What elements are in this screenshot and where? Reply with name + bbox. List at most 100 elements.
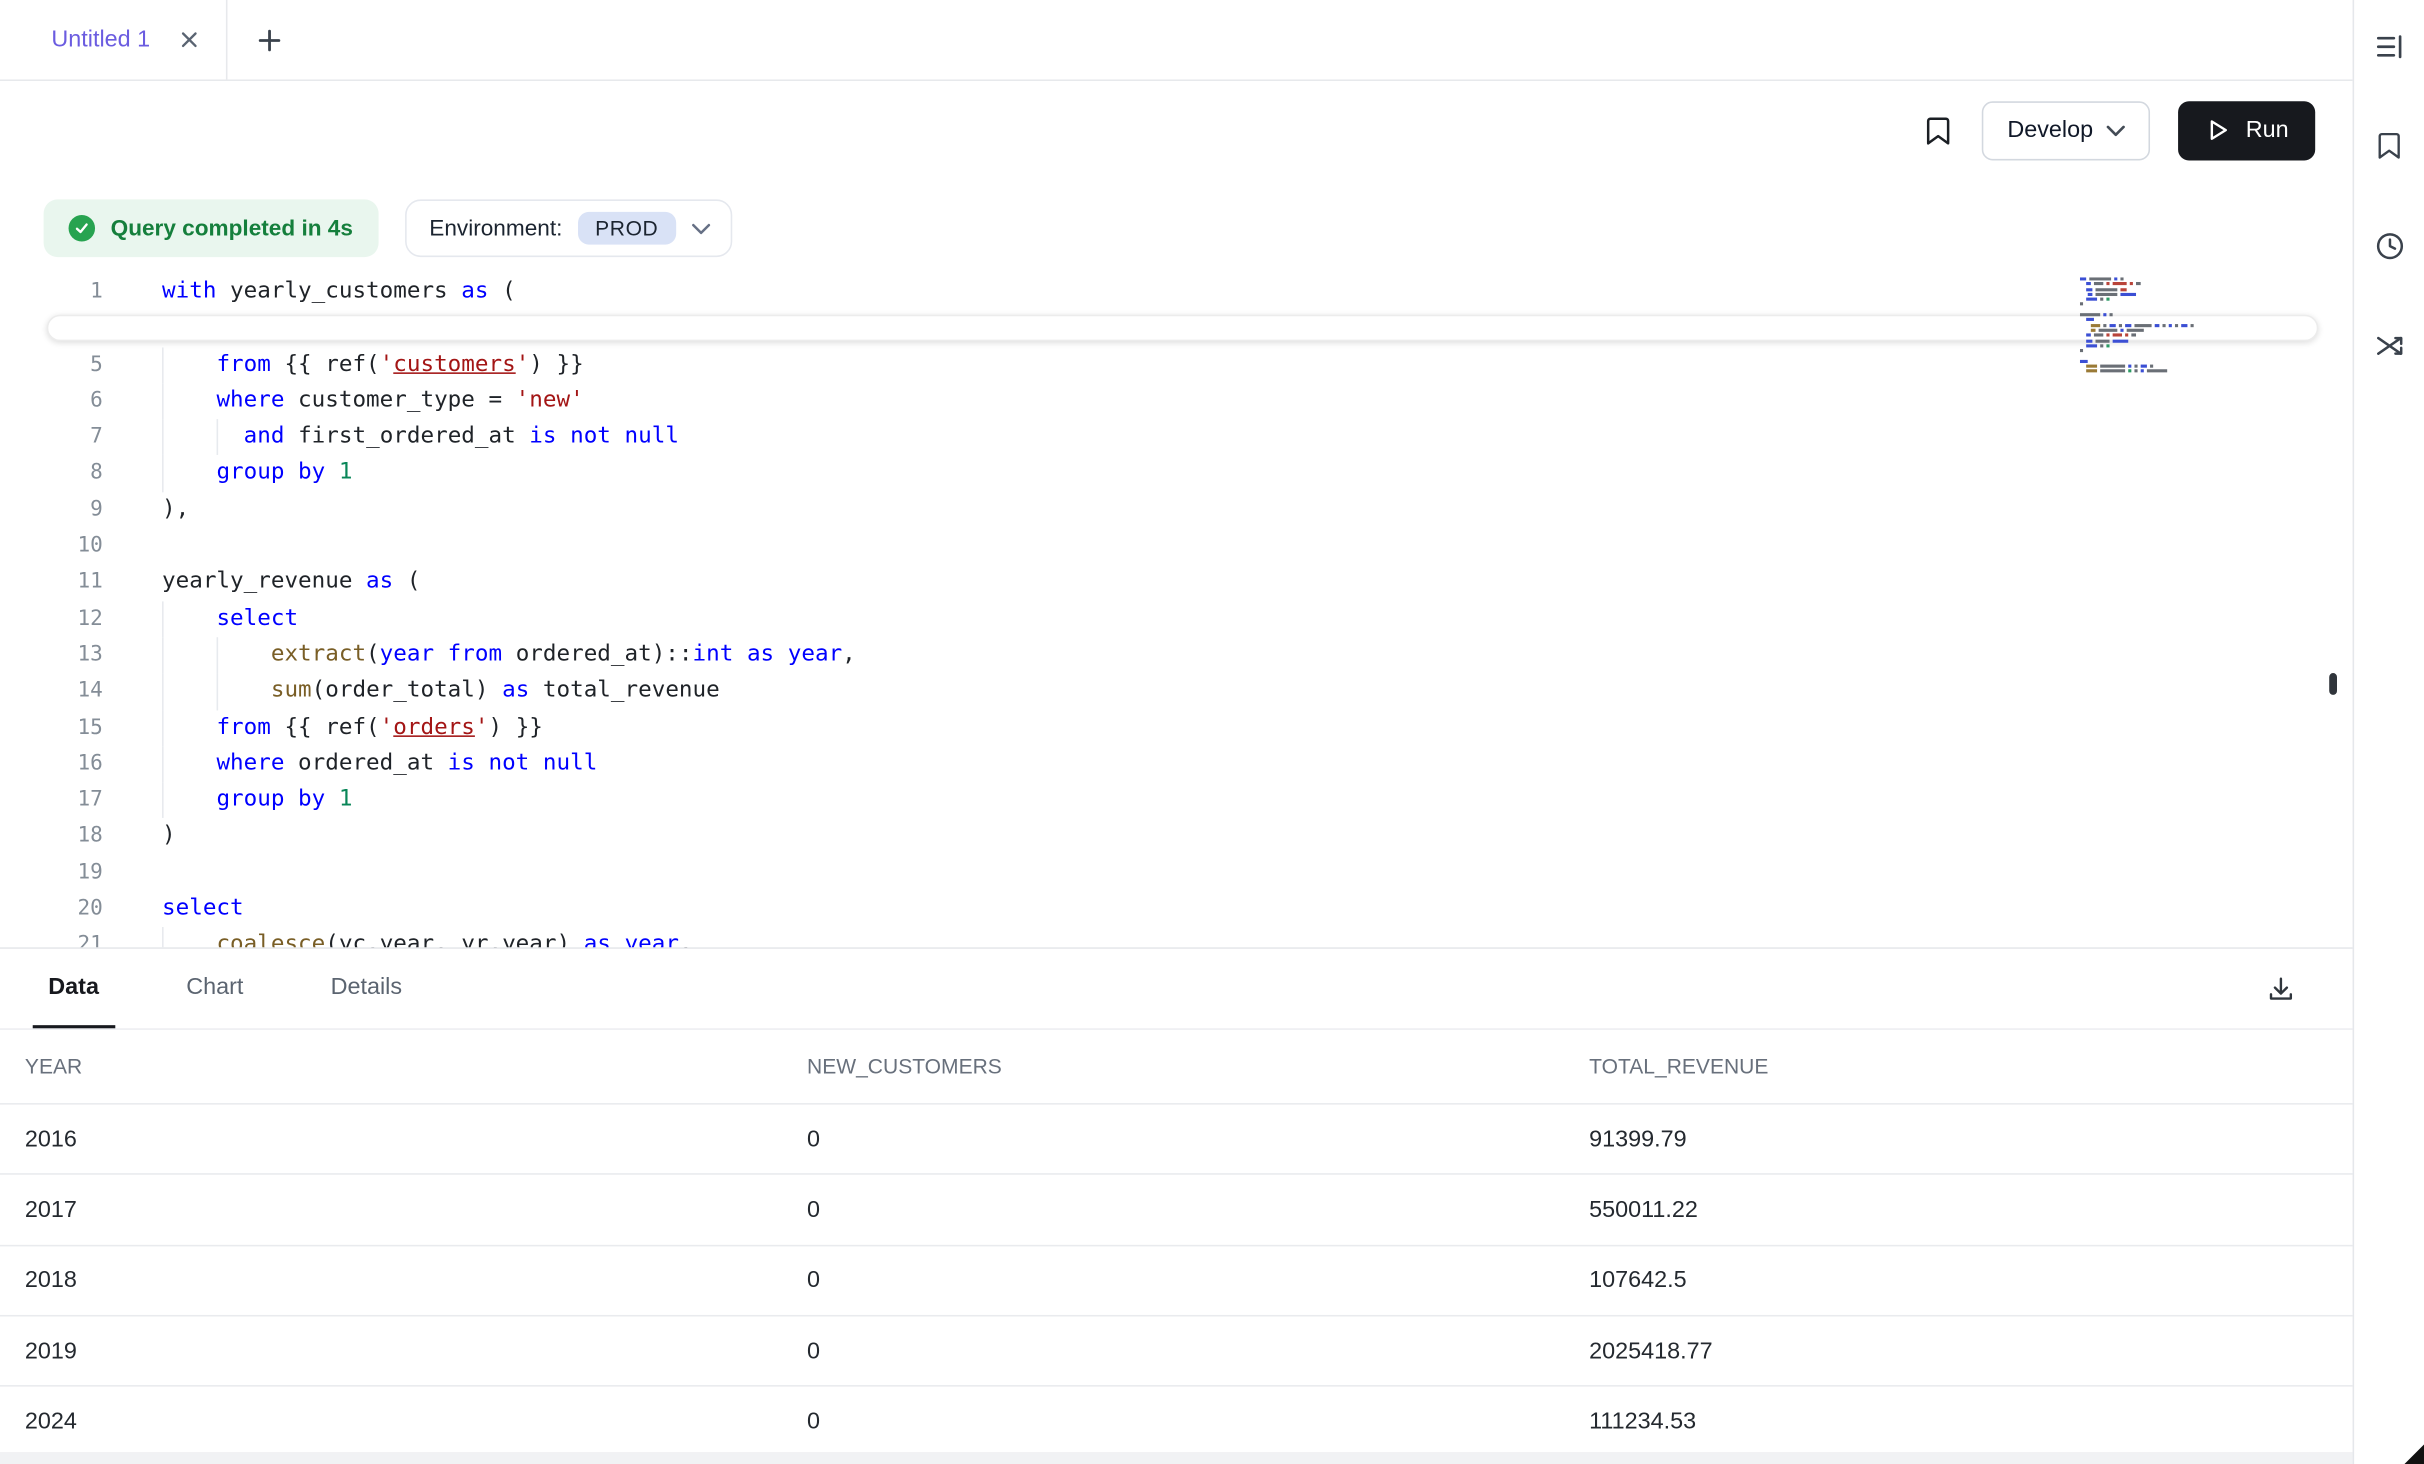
code-line: 10 [0,528,2353,564]
tab-untitled-1[interactable]: Untitled 1 [0,0,228,79]
indent-guide [162,601,164,637]
results-header-row: YEARNEW_CUSTOMERSTOTAL_REVENUE [0,1030,2353,1105]
environment-selector[interactable]: Environment: PROD [404,199,731,257]
indent-guide [162,710,164,746]
lineage-button[interactable] [2369,327,2410,368]
tab-details[interactable]: Details [315,949,418,1028]
code-text: select [103,601,2353,637]
table-cell: 2016 [25,1126,807,1152]
sql-editor[interactable]: 1with yearly_customers as ( 5 from {{ ref… [0,274,2353,947]
query-status-text: Query completed in 4s [111,216,353,241]
layout-list-button[interactable] [2369,28,2410,69]
history-clock-icon [2372,228,2406,267]
code-text: group by 1 [103,456,2353,492]
editor-overlay-bar [47,315,2319,341]
indent-guide [162,746,164,782]
code-line: 16 where ordered_at is not null [0,746,2353,782]
table-row: 2016091399.79 [0,1105,2353,1176]
horizontal-scrollbar[interactable] [0,1452,2353,1464]
download-button[interactable] [2265,949,2296,1028]
table-cell: 0 [807,1408,1589,1434]
table-cell: 107642.5 [1589,1267,2352,1293]
line-number: 15 [0,710,103,746]
code-text: sum(order_total) as total_revenue [103,673,2353,709]
code-text: yearly_revenue as ( [103,565,2353,601]
develop-dropdown[interactable]: Develop [1982,100,2150,159]
tab-chart-label: Chart [186,974,243,1000]
new-tab-button[interactable] [256,0,284,79]
query-status-badge: Query completed in 4s [44,199,378,257]
main-area: Untitled 1 Develop [0,0,2353,1464]
code-line: 18) [0,819,2353,855]
bookmark-button[interactable] [1923,113,1954,147]
code-text: coalesce(yc.year, yr.year) as year, [103,928,2353,948]
line-number: 18 [0,819,103,855]
close-icon[interactable] [178,28,201,51]
editor-scrollbar-thumb[interactable] [2329,673,2337,695]
line-number: 1 [0,274,103,310]
line-number: 20 [0,891,103,927]
line-number: 13 [0,637,103,673]
table-cell: 111234.53 [1589,1408,2352,1434]
table-cell: 0 [807,1338,1589,1364]
table-cell: 2019 [25,1338,807,1364]
tab-data-label: Data [48,974,99,1000]
indent-guide [216,419,218,455]
code-text [103,855,2353,891]
column-header: NEW_CUSTOMERS [807,1055,1589,1078]
success-check-icon [69,215,95,241]
code-line: 13 extract(year from ordered_at)::int as… [0,637,2353,673]
table-cell: 2024 [25,1408,807,1434]
column-header: TOTAL_REVENUE [1589,1055,2352,1078]
code-text: from {{ ref('customers') }} [103,347,2353,383]
table-cell: 2025418.77 [1589,1338,2352,1364]
table-cell: 0 [807,1126,1589,1152]
table-row: 201902025418.77 [0,1316,2353,1387]
results-tab-bar: Data Chart Details [0,949,2353,1030]
line-number: 11 [0,565,103,601]
status-row: Query completed in 4s Environment: PROD [44,199,2353,257]
bookmarks-button[interactable] [2369,128,2410,169]
code-text: group by 1 [103,782,2353,818]
indent-guide [162,383,164,419]
resize-handle[interactable] [2404,1444,2424,1464]
line-number: 10 [0,528,103,564]
code-text: ) [103,819,2353,855]
history-button[interactable] [2369,227,2410,268]
minimap[interactable] [2080,277,2205,389]
develop-label: Develop [2007,117,2093,143]
code-line: 15 from {{ ref('orders') }} [0,710,2353,746]
code-line: 17 group by 1 [0,782,2353,818]
right-sidebar [2353,0,2424,1464]
column-header: YEAR [25,1055,807,1078]
line-number: 6 [0,383,103,419]
code-text: with yearly_customers as ( [103,274,2353,310]
code-line: 8 group by 1 [0,456,2353,492]
indent-guide [162,782,164,818]
results-body: 2016091399.7920170550011.2220180107642.5… [0,1105,2353,1458]
indent-guide [216,673,218,709]
indent-guide [162,347,164,383]
code-line: 20select [0,891,2353,927]
line-number: 12 [0,601,103,637]
layout-list-icon [2372,29,2406,68]
line-number: 5 [0,347,103,383]
run-button[interactable]: Run [2179,100,2315,159]
code-text: from {{ ref('orders') }} [103,710,2353,746]
results-panel: Data Chart Details YEARNEW_CUSTOMERSTOTA… [0,947,2353,1457]
toolbar: Develop Run [0,81,2353,179]
line-number: 9 [0,492,103,528]
code-text: where customer_type = 'new' [103,383,2353,419]
code-text: extract(year from ordered_at)::int as ye… [103,637,2353,673]
code-text [103,528,2353,564]
line-number: 14 [0,673,103,709]
code-line: 11yearly_revenue as ( [0,565,2353,601]
lineage-icon [2372,328,2406,367]
editor-lines: 1with yearly_customers as ( 5 from {{ ref… [0,274,2353,947]
code-line: 9), [0,492,2353,528]
table-cell: 0 [807,1196,1589,1222]
tab-chart[interactable]: Chart [171,949,259,1028]
tab-data[interactable]: Data [33,949,115,1028]
code-line: 21 coalesce(yc.year, yr.year) as year, [0,928,2353,948]
table-row: 20180107642.5 [0,1246,2353,1317]
